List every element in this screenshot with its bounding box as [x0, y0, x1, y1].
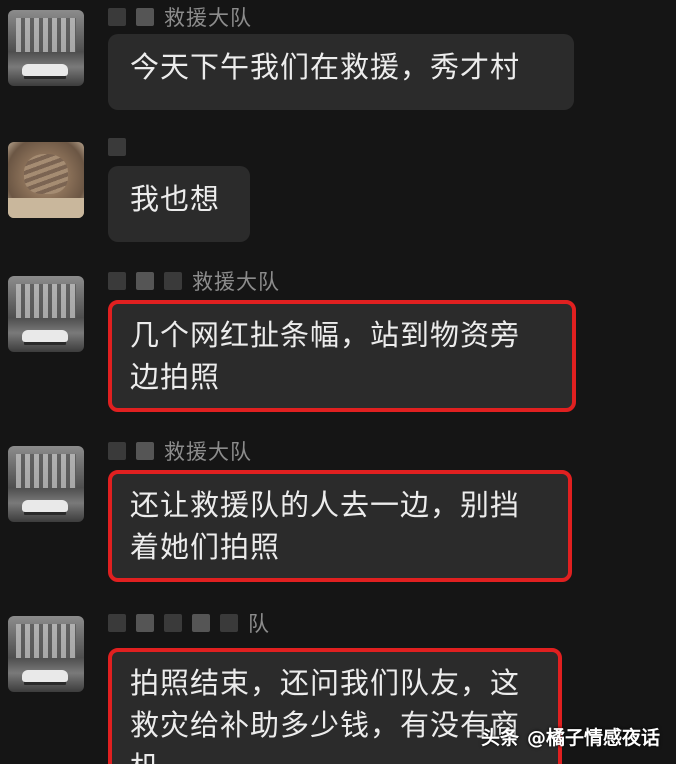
- avatar-rescue-team[interactable]: [8, 10, 84, 86]
- message-text-line: 拍照结束，还问我们队友，这: [130, 666, 521, 700]
- message-text-line: 着她们拍照: [130, 530, 281, 564]
- message-text-line: 救灾给补助多少钱，有没有商: [130, 708, 521, 742]
- sender-row: 救援大队: [108, 4, 252, 30]
- message-text-line: 几个网红扯条幅，站到物资旁: [130, 318, 521, 352]
- sender-name: 队: [248, 612, 270, 636]
- sender-row: 救援大队: [108, 438, 252, 464]
- redacted-block: [164, 272, 182, 290]
- sender-row: 救援大队: [108, 268, 280, 294]
- message-text: 我也想: [130, 182, 221, 216]
- avatar-rescue-team[interactable]: [8, 276, 84, 352]
- watermark-platform: 头条: [480, 727, 519, 749]
- watermark-account: @橘子情感夜话: [526, 727, 660, 749]
- sender-row: 队: [108, 610, 270, 636]
- redacted-block: [164, 614, 182, 632]
- redacted-block: [136, 272, 154, 290]
- message-text: 今天下午我们在救援，秀才村: [130, 50, 521, 84]
- message-text-line: 还让救援队的人去一边，别挡: [130, 488, 521, 522]
- sender-name: 救援大队: [164, 440, 252, 464]
- redacted-block: [108, 272, 126, 290]
- message-bubble-highlighted[interactable]: 还让救援队的人去一边，别挡 着她们拍照: [108, 470, 572, 582]
- avatar-rescue-team[interactable]: [8, 616, 84, 692]
- watermark: 头条 @橘子情感夜话: [481, 723, 660, 750]
- redacted-block: [136, 614, 154, 632]
- message-text-line: 机: [130, 746, 540, 764]
- redacted-block: [108, 614, 126, 632]
- avatar-rescue-team[interactable]: [8, 446, 84, 522]
- message-bubble[interactable]: 今天下午我们在救援，秀才村: [108, 34, 574, 110]
- chat-screen: 救援大队 今天下午我们在救援，秀才村 我也想 救援大队 几个网红扯条幅，站到物资…: [0, 0, 676, 764]
- message-text-line: 边拍照: [130, 360, 221, 394]
- redacted-block: [108, 442, 126, 460]
- sender-row: [108, 134, 126, 160]
- message-bubble[interactable]: 我也想: [108, 166, 250, 242]
- redacted-block: [108, 138, 126, 156]
- avatar-cat[interactable]: [8, 142, 84, 218]
- sender-name: 救援大队: [164, 6, 252, 30]
- redacted-block: [136, 442, 154, 460]
- redacted-block: [220, 614, 238, 632]
- redacted-block: [192, 614, 210, 632]
- redacted-block: [136, 8, 154, 26]
- message-bubble-highlighted[interactable]: 几个网红扯条幅，站到物资旁 边拍照: [108, 300, 576, 412]
- redacted-block: [108, 8, 126, 26]
- sender-name: 救援大队: [192, 270, 280, 294]
